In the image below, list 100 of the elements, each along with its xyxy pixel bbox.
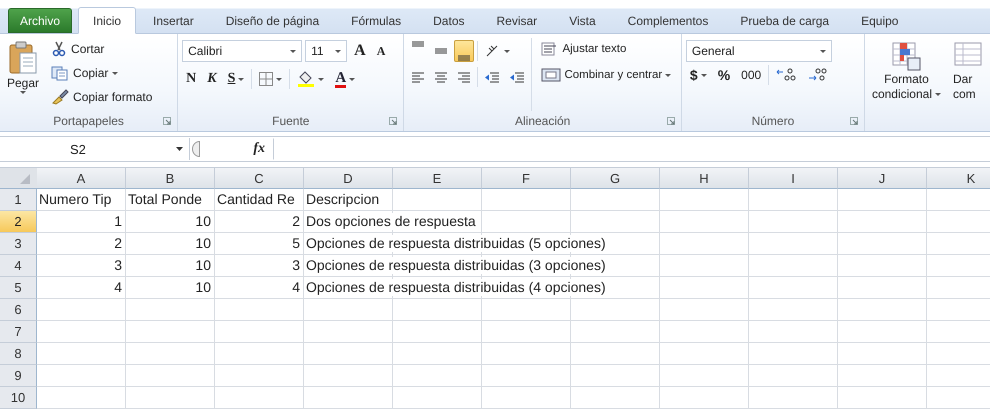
merge-center-button[interactable]: Combinar y centrar (538, 64, 674, 86)
table-cell[interactable]: Numero Tip (39, 191, 112, 208)
caret-icon (700, 74, 707, 76)
italic-button[interactable]: K (203, 68, 221, 90)
shrink-font-button[interactable]: A (372, 40, 390, 62)
group-label: Alineación (514, 114, 570, 128)
caret-icon (665, 74, 672, 76)
borders-icon (259, 72, 274, 86)
indent-icon (509, 70, 526, 84)
row-header[interactable]: 10 (0, 387, 37, 409)
caret-icon (935, 92, 941, 96)
row-header[interactable]: 8 (0, 343, 37, 365)
dialog-launcher-icon (850, 117, 858, 125)
row-header[interactable]: 4 (0, 255, 37, 277)
caret-icon (820, 50, 826, 52)
clipboard-icon (8, 41, 38, 75)
grow-font-button[interactable]: A (350, 40, 370, 62)
font-size-field[interactable]: 11 (305, 40, 348, 62)
conditional-format-button[interactable]: Formato condicional (868, 38, 944, 111)
row-header[interactable]: 1 (0, 189, 37, 211)
column-header[interactable]: I (749, 168, 838, 189)
row-header[interactable]: 7 (0, 321, 37, 343)
merge-cells-icon (541, 68, 562, 82)
ribbon-tab[interactable]: Equipo (846, 8, 914, 33)
ribbon-tab[interactable]: Insertar (138, 8, 209, 33)
file-tab[interactable]: Archivo (8, 8, 72, 33)
column-header[interactable]: K (927, 168, 990, 189)
group-label: Fuente (272, 114, 310, 128)
caret-icon (349, 78, 356, 80)
ribbon-tab[interactable]: Fórmulas (336, 8, 416, 33)
ribbon-tab[interactable]: Diseño de página (210, 8, 334, 33)
decimal-arrow-icon (776, 68, 796, 82)
dialog-launcher-icon (666, 117, 675, 125)
align-button[interactable] (454, 40, 474, 62)
column-header[interactable]: D (304, 168, 393, 189)
lines-icon (434, 70, 448, 84)
row-header[interactable]: 3 (0, 233, 37, 255)
format-table-button[interactable]: Dar com (950, 38, 986, 111)
column-header[interactable]: A (37, 168, 126, 189)
caret-icon (335, 50, 342, 52)
row-header[interactable]: 5 (0, 277, 37, 299)
percent-button[interactable]: % (714, 64, 734, 86)
scissors-icon (51, 41, 68, 57)
ribbon-tab[interactable]: Datos (418, 8, 480, 33)
lines-icon (457, 70, 472, 84)
caret-icon (276, 78, 282, 80)
paste-button[interactable]: Pegar (4, 38, 42, 111)
font-name-field[interactable]: Calibri (182, 40, 302, 62)
dialog-launcher-icon (389, 117, 398, 125)
caret-icon (112, 72, 118, 74)
lines-icon (411, 70, 426, 84)
ribbon-tab[interactable]: Revisar (482, 8, 552, 33)
row-header[interactable]: 2 (0, 211, 37, 233)
table-cell[interactable]: Opciones de respuesta distribuidas (3 opciones) (306, 257, 606, 274)
ribbon-tab[interactable]: Inicio (78, 7, 136, 34)
wrap-text-button[interactable]: Ajustar texto (538, 38, 674, 60)
caret-icon (176, 147, 183, 151)
font-color-button[interactable]: A (331, 68, 360, 90)
group-label: Número (752, 114, 794, 128)
caret-icon (318, 78, 324, 80)
caret-icon (504, 50, 510, 52)
number-format-field[interactable]: General (686, 40, 832, 62)
table-chart-icon (891, 41, 922, 71)
select-all-corner-icon (0, 168, 38, 189)
lines-icon (457, 55, 472, 61)
caret-icon (238, 78, 244, 80)
copy-button[interactable]: Copiar (48, 62, 156, 84)
column-header[interactable]: C (215, 168, 304, 189)
table-cell[interactable]: Opciones de respuesta distribuidas (4 opciones) (306, 279, 606, 296)
row-header[interactable]: 9 (0, 365, 37, 387)
paintbrush-icon (51, 89, 70, 105)
group-label: Portapapeles (53, 114, 124, 128)
currency-button[interactable]: $ (686, 64, 711, 86)
table-cell[interactable]: Descripcion (306, 191, 380, 208)
paint-bucket-icon (297, 71, 316, 87)
lines-icon (434, 48, 448, 54)
column-header[interactable]: F (482, 168, 571, 189)
ribbon-tab[interactable]: Complementos (612, 8, 724, 33)
underline-button[interactable]: S (224, 68, 248, 90)
ribbon-tab[interactable]: Prueba de carga (725, 8, 844, 33)
format-painter-button[interactable]: Copiar formato (48, 86, 156, 108)
table-cell[interactable]: Dos opciones de respuesta (306, 213, 476, 230)
insert-function-button[interactable]: fx (200, 138, 274, 160)
column-header[interactable]: E (393, 168, 482, 189)
caret-icon (290, 50, 296, 52)
row-header[interactable]: 6 (0, 299, 37, 321)
lines-icon (411, 41, 426, 47)
column-header[interactable]: H (660, 168, 749, 189)
table-cell[interactable]: Opciones de respuesta distribuidas (5 opciones) (306, 235, 606, 252)
ribbon-tab[interactable]: Vista (554, 8, 611, 33)
copy-icon (51, 65, 70, 81)
decimal-arrow-icon (807, 68, 828, 82)
thousands-button[interactable]: 000 (737, 64, 766, 86)
cut-button[interactable]: Cortar (48, 38, 156, 60)
column-header[interactable]: J (838, 168, 927, 189)
bold-button[interactable]: N (182, 68, 200, 90)
column-header[interactable]: B (126, 168, 215, 189)
column-header[interactable]: G (571, 168, 660, 189)
caret-icon (20, 91, 26, 94)
splitter-handle-icon (192, 141, 200, 157)
